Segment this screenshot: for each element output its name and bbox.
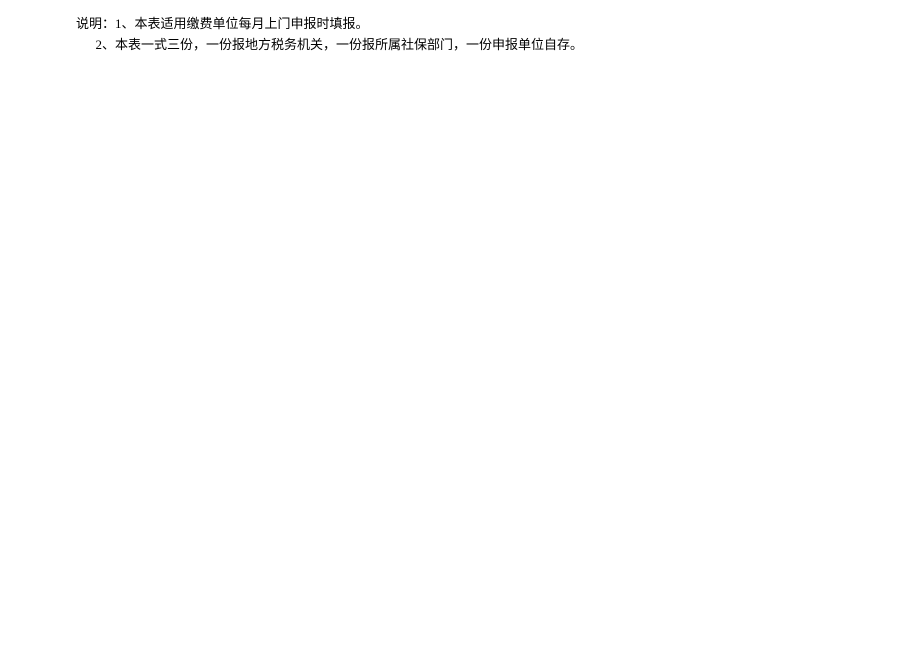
note-item-1-number: 1、: [115, 14, 135, 35]
note-line-1: 说明： 1、 本表适用缴费单位每月上门申报时填报。: [76, 14, 920, 35]
note-item-2-number: 2、: [96, 35, 116, 56]
note-line-2: 2、 本表一式三份，一份报地方税务机关，一份报所属社保部门，一份申报单位自存。: [76, 35, 920, 56]
note-label: 说明：: [76, 14, 115, 35]
document-content: 说明： 1、 本表适用缴费单位每月上门申报时填报。 2、 本表一式三份，一份报地…: [0, 0, 920, 56]
note-item-2-text: 本表一式三份，一份报地方税务机关，一份报所属社保部门，一份申报单位自存。: [115, 35, 583, 56]
note-item-1-text: 本表适用缴费单位每月上门申报时填报。: [135, 14, 369, 35]
note-indent: [76, 35, 96, 56]
